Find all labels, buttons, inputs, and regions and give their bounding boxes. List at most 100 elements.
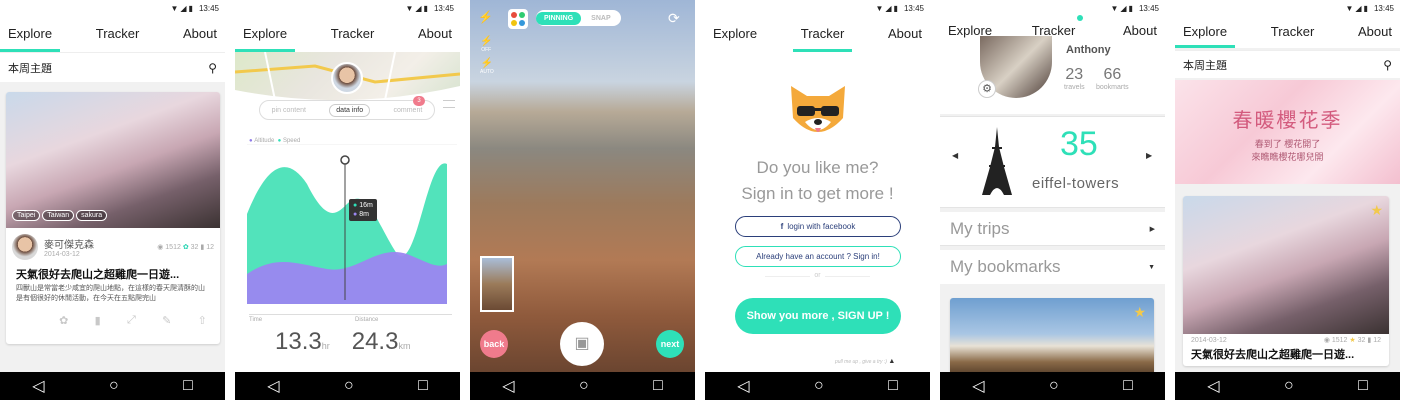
- recent-apps-icon[interactable]: □: [653, 377, 663, 395]
- upload-icon[interactable]: ⇧: [198, 314, 207, 327]
- top-nav: Explore Tracker About: [235, 18, 460, 52]
- home-icon[interactable]: ○: [344, 377, 354, 395]
- post-photo[interactable]: Taipei Taiwan sakura: [6, 92, 220, 228]
- screen-explore-featured: ▼◢▮ 13:45 Explore Tracker About 本周主題 ⚲ 春暖…: [1175, 0, 1400, 400]
- menu-icon[interactable]: [443, 100, 455, 108]
- flash-icon: ⚡: [480, 58, 494, 69]
- search-icon[interactable]: ⚲: [208, 61, 217, 75]
- gallery-thumbnail[interactable]: [480, 256, 514, 312]
- tag[interactable]: Taipei: [12, 210, 41, 221]
- profile-header: [940, 40, 1165, 114]
- travels-label: travels: [1064, 84, 1085, 91]
- landmark-label: eiffel-towers: [1032, 175, 1120, 192]
- post-title[interactable]: 天氣很好去爬山之超雞爬一日遊...: [6, 260, 220, 284]
- home-icon[interactable]: ○: [1049, 377, 1059, 395]
- tooltip-speed: 16m: [359, 202, 373, 209]
- tab-tracker[interactable]: Tracker: [792, 18, 852, 52]
- back-icon[interactable]: ◁: [32, 376, 44, 396]
- next-button[interactable]: next: [656, 330, 684, 358]
- facebook-login-button[interactable]: f login with facebook: [735, 216, 901, 237]
- travels-stat[interactable]: 23 travels: [1064, 66, 1085, 91]
- sign-up-button[interactable]: Show you more , SIGN UP !: [735, 298, 901, 334]
- pull-up-hint[interactable]: pull me up , give a try :) ▲: [835, 358, 895, 365]
- share-icon[interactable]: ⤢: [127, 314, 136, 327]
- flash-icon[interactable]: ⚡: [478, 10, 493, 24]
- settings-icon[interactable]: ⚙: [978, 80, 996, 98]
- post-photo[interactable]: ★: [1183, 196, 1389, 334]
- mode-pinning[interactable]: PINNING: [536, 11, 582, 25]
- home-icon[interactable]: ○: [109, 377, 119, 395]
- bookmarks-stat[interactable]: 66 bookmarts: [1096, 66, 1129, 91]
- tag[interactable]: sakura: [76, 210, 108, 221]
- tab-pin-content[interactable]: pin content: [272, 107, 306, 114]
- home-icon[interactable]: ○: [1284, 377, 1294, 395]
- facebook-login-label: login with facebook: [787, 222, 856, 231]
- edit-icon[interactable]: ✎: [162, 314, 171, 327]
- back-icon[interactable]: ◁: [267, 376, 279, 396]
- avatar[interactable]: [331, 62, 363, 94]
- tab-explore[interactable]: Explore: [0, 18, 61, 52]
- profile-name: Anthony: [1066, 44, 1111, 56]
- tab-data-info[interactable]: data info: [329, 103, 371, 117]
- recent-apps-icon[interactable]: □: [1358, 377, 1368, 395]
- flash-off-option[interactable]: ⚡ OFF: [480, 36, 492, 53]
- tab-comment[interactable]: comment: [394, 107, 423, 114]
- tab-about[interactable]: About: [1358, 16, 1392, 50]
- star-icon: ★: [1349, 337, 1356, 344]
- sign-in-button[interactable]: Already have an account ? Sign in!: [735, 246, 901, 267]
- next-arrow-icon[interactable]: ▶: [1146, 151, 1152, 160]
- tab-explore[interactable]: Explore: [1175, 18, 1236, 48]
- shutter-button[interactable]: ▣: [560, 322, 604, 366]
- tab-explore[interactable]: Explore: [713, 18, 757, 52]
- eye-icon: ◉: [1323, 337, 1330, 344]
- author-name[interactable]: 麥可傑克森: [44, 236, 157, 251]
- tab-tracker[interactable]: Tracker: [331, 18, 375, 52]
- tab-tracker[interactable]: Tracker: [1271, 16, 1315, 50]
- switch-camera-icon[interactable]: ⟳: [668, 10, 680, 27]
- back-icon[interactable]: ◁: [1207, 376, 1219, 396]
- star-icon[interactable]: ★: [1133, 304, 1146, 321]
- back-icon[interactable]: ◁: [972, 376, 984, 396]
- camera-viewfinder[interactable]: [470, 0, 695, 372]
- recent-apps-icon[interactable]: □: [888, 377, 898, 395]
- mode-switch[interactable]: PINNING SNAP: [536, 10, 621, 26]
- stat-values: 13.3hr 24.3km: [275, 328, 410, 356]
- recent-apps-icon[interactable]: □: [418, 377, 428, 395]
- comments-count: 12: [206, 244, 214, 251]
- back-icon[interactable]: ◁: [502, 376, 514, 396]
- eiffel-tower-icon: [982, 127, 1012, 195]
- my-bookmarks-row[interactable]: My bookmarks ▼: [940, 250, 1165, 284]
- post-card[interactable]: Taipei Taiwan sakura 麥可傑克森 2014-03-12 ◉ 15…: [6, 92, 220, 344]
- post-date: 2014-03-12: [1191, 336, 1227, 344]
- tab-explore[interactable]: Explore: [235, 18, 296, 52]
- back-button[interactable]: back: [480, 330, 508, 358]
- home-icon[interactable]: ○: [579, 377, 589, 395]
- bookmark-card[interactable]: ★: [950, 298, 1154, 378]
- home-icon[interactable]: ○: [814, 377, 824, 395]
- mode-snap[interactable]: SNAP: [581, 12, 620, 25]
- post-card[interactable]: ★ 2014-03-12 ◉ 1512 ★ 32 ▮ 12 天氣很好去爬山之超雞…: [1183, 196, 1389, 366]
- filter-palette-icon[interactable]: [508, 9, 528, 29]
- tab-about[interactable]: About: [888, 18, 922, 52]
- my-trips-row[interactable]: My trips ▶: [940, 212, 1165, 246]
- comment-icon[interactable]: ▮: [95, 314, 101, 327]
- recent-apps-icon[interactable]: □: [183, 377, 193, 395]
- avatar[interactable]: [12, 234, 38, 260]
- tag[interactable]: Taiwan: [42, 210, 75, 221]
- paw-icon[interactable]: ✿: [59, 314, 68, 327]
- prev-arrow-icon[interactable]: ◀: [952, 151, 958, 160]
- post-title[interactable]: 天氣很好去爬山之超雞爬一日遊...: [1183, 346, 1389, 362]
- tab-tracker[interactable]: Tracker: [96, 18, 140, 52]
- distance-value: 24.3: [351, 328, 399, 355]
- back-icon[interactable]: ◁: [737, 376, 749, 396]
- altitude-speed-chart[interactable]: [247, 144, 457, 304]
- flash-auto-option[interactable]: ⚡ AUTO: [480, 58, 494, 75]
- featured-banner[interactable]: 春暖櫻花季 春到了 櫻花開了 來瞧瞧櫻花哪兒開: [1175, 80, 1400, 184]
- search-icon[interactable]: ⚲: [1383, 58, 1392, 72]
- recent-apps-icon[interactable]: □: [1123, 377, 1133, 395]
- tab-about[interactable]: About: [183, 18, 217, 52]
- star-icon[interactable]: ★: [1370, 202, 1383, 219]
- tab-about[interactable]: About: [1123, 15, 1157, 49]
- tab-about[interactable]: About: [418, 18, 452, 52]
- system-nav: ◁ ○ □: [470, 372, 695, 400]
